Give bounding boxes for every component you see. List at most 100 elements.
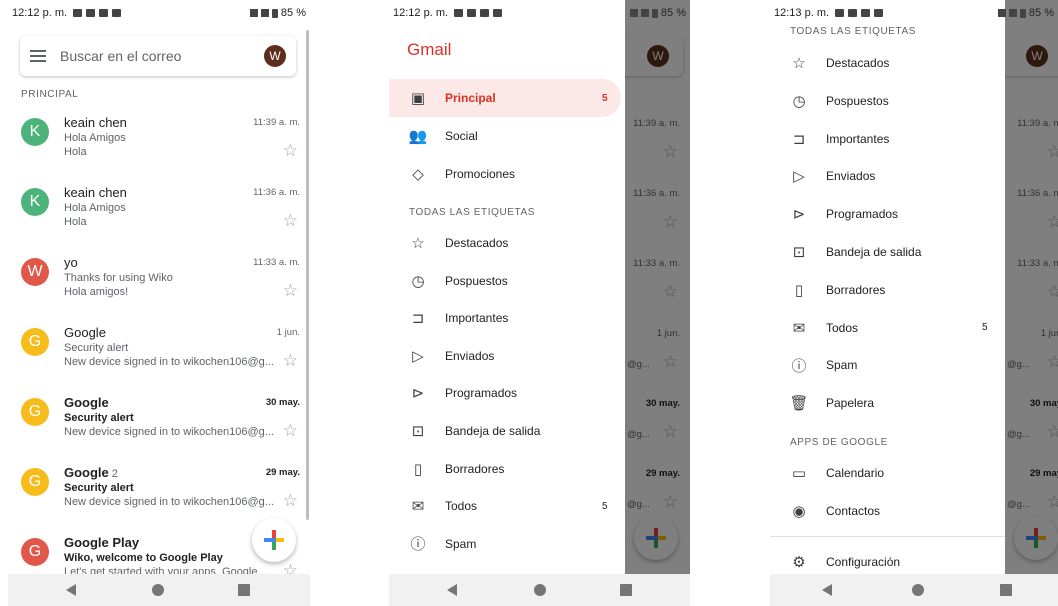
drawer-item-programados[interactable]: ⊳ Programados	[389, 374, 625, 412]
drawer-item-importantes[interactable]: ⊐ Importantes	[389, 299, 625, 337]
drawer-item-label: Todos	[445, 499, 478, 514]
sender-avatar[interactable]: G	[21, 468, 49, 496]
sender-name: keain chen	[64, 185, 127, 200]
email-sender: Google 2	[64, 465, 118, 480]
contacts-icon: ◉	[792, 503, 806, 520]
drawer-item-bandeja-de-salida[interactable]: ⊡ Bandeja de salida	[770, 233, 1005, 271]
drawer-item-label: Programados	[445, 386, 518, 401]
recents-icon[interactable]	[238, 584, 250, 596]
notification-icons	[73, 9, 122, 17]
drawer-item-bandeja-de-salida[interactable]: ⊡ Bandeja de salida	[389, 412, 625, 450]
scrollbar[interactable]	[306, 30, 309, 520]
star-icon[interactable]: ☆	[283, 281, 298, 301]
battery-level: 85 %	[660, 7, 686, 19]
drawer-item-label: Programados	[826, 207, 899, 222]
email-subject: Wiko, welcome to Google Play	[64, 552, 223, 564]
drawer-item-programados[interactable]: ⊳ Programados	[770, 195, 1005, 233]
sender-avatar[interactable]: G	[21, 328, 49, 356]
sender-name: Google	[64, 325, 106, 340]
draft-icon: ▯	[794, 281, 804, 299]
search-bar[interactable]: Buscar en el correo W	[20, 36, 296, 76]
drawer-item-todos[interactable]: ✉ Todos 5	[770, 309, 1005, 347]
drawer-item-label: Destacados	[826, 56, 890, 70]
back-icon[interactable]	[822, 584, 832, 596]
email-row[interactable]: Kkeain chen 11:39 a. m. Hola Amigos Hola ☆	[8, 113, 300, 179]
email-row[interactable]: G Google 1 jun. Security alert New device si…	[8, 323, 300, 389]
recents-icon[interactable]	[620, 584, 632, 596]
drawer-item-label: Spam	[826, 358, 858, 373]
drawer-item-papelera[interactable]: 🗑 Papelera	[770, 384, 1005, 422]
menu-icon[interactable]	[30, 50, 46, 62]
drawer-item-borradores[interactable]: ▯ Borradores	[389, 450, 625, 488]
drawer-item-destacados[interactable]: ☆ Destacados	[389, 224, 625, 262]
email-subject: Security alert	[64, 342, 129, 354]
home-icon[interactable]	[152, 584, 164, 596]
sender-avatar[interactable]: G	[21, 398, 49, 426]
drawer-item-label: Borradores	[445, 461, 505, 476]
sender-avatar[interactable]: G	[21, 538, 49, 566]
navigation-drawer: 12:13 p. m. TODAS LAS ETIQUETAS ☆ Destacad…	[770, 0, 1005, 574]
drawer-item-label: Configuración	[826, 555, 901, 569]
drawer-item-count: 5	[982, 322, 988, 334]
back-icon[interactable]	[447, 584, 457, 596]
signal-icon	[640, 9, 649, 17]
email-sender: yo	[64, 255, 78, 270]
send-icon: ▷	[412, 347, 424, 365]
email-row[interactable]: Wyo 11:33 a. m. Thanks for using Wiko Hola …	[8, 253, 300, 319]
battery-level: 85 %	[280, 7, 306, 19]
drawer-item-enviados[interactable]: ▷ Enviados	[770, 157, 1005, 195]
email-row[interactable]: G Google 30 may. Security alert New device s…	[8, 393, 300, 459]
drawer-item-spam[interactable]: ⓘ Spam	[770, 346, 1005, 384]
drawer-item-importantes[interactable]: ⊐ Importantes	[770, 120, 1005, 158]
email-subject: Thanks for using Wiko	[64, 272, 173, 284]
search-input[interactable]: Buscar en el correo	[60, 48, 264, 64]
email-row[interactable]: Kkeain chen 11:36 a. m. Hola Amigos Hola ☆	[8, 183, 300, 249]
sender-avatar[interactable]: K	[21, 188, 49, 216]
home-icon[interactable]	[912, 584, 924, 596]
email-date: 11:33 a. m.	[253, 257, 300, 268]
drawer-item-label: Pospuestos	[445, 273, 508, 288]
status-time: 12:13 p. m.	[774, 7, 830, 19]
compose-button[interactable]	[252, 518, 296, 562]
drawer-item-label: Bandeja de salida	[826, 245, 922, 259]
star-icon[interactable]: ☆	[283, 491, 298, 511]
drawer-item-destacados[interactable]: ☆ Destacados	[770, 44, 1005, 82]
sender-avatar[interactable]: K	[21, 118, 49, 146]
drawer-item-label: Spam	[445, 536, 477, 551]
important-icon: ⊐	[411, 310, 425, 328]
drawer-item-label: Borradores	[826, 282, 886, 297]
drawer-scrim[interactable]	[1004, 0, 1058, 606]
scheduled-icon: ⊳	[792, 206, 806, 224]
back-icon[interactable]	[66, 584, 76, 596]
calendar-icon: ▭	[791, 465, 807, 482]
tag-icon: ◇	[412, 166, 424, 183]
sender-avatar[interactable]: W	[21, 258, 49, 286]
star-icon[interactable]: ☆	[283, 141, 298, 161]
drawer-item-pospuestos[interactable]: ◷ Pospuestos	[389, 262, 625, 300]
star-icon[interactable]: ☆	[283, 211, 298, 231]
signal-icon	[1008, 9, 1017, 17]
account-avatar[interactable]: W	[264, 45, 286, 67]
drawer-scrim[interactable]	[624, 0, 690, 606]
drawer-item-principal[interactable]: ▣ Principal 5	[389, 79, 621, 117]
sender-name: yo	[64, 255, 78, 270]
drawer-item-social[interactable]: 👥 Social	[389, 117, 621, 155]
drawer-item-borradores[interactable]: ▯ Borradores	[770, 271, 1005, 309]
star-icon[interactable]: ☆	[283, 351, 298, 371]
star-icon[interactable]: ☆	[283, 421, 298, 441]
email-row[interactable]: G Google 2 29 may. Security alert New device …	[8, 463, 300, 529]
drawer-item-calendario[interactable]: ▭ Calendario	[770, 454, 1005, 492]
drawer-item-promociones[interactable]: ◇ Promociones	[389, 155, 621, 193]
drawer-item-contactos[interactable]: ◉ Contactos	[770, 492, 1005, 530]
drawer-item-spam[interactable]: ⓘ Spam	[389, 525, 625, 563]
navigation-bar	[389, 574, 690, 606]
drawer-item-count: 5	[602, 92, 608, 104]
drawer-item-enviados[interactable]: ▷ Enviados	[389, 337, 625, 375]
battery-icon	[1019, 8, 1026, 18]
outbox-icon: ⊡	[792, 244, 806, 261]
home-icon[interactable]	[534, 584, 546, 596]
drawer-item-todos[interactable]: ✉ Todos 5	[389, 487, 625, 525]
recents-icon[interactable]	[1000, 584, 1012, 596]
social-icon: 👥	[408, 128, 428, 145]
drawer-item-pospuestos[interactable]: ◷ Pospuestos	[770, 82, 1005, 120]
